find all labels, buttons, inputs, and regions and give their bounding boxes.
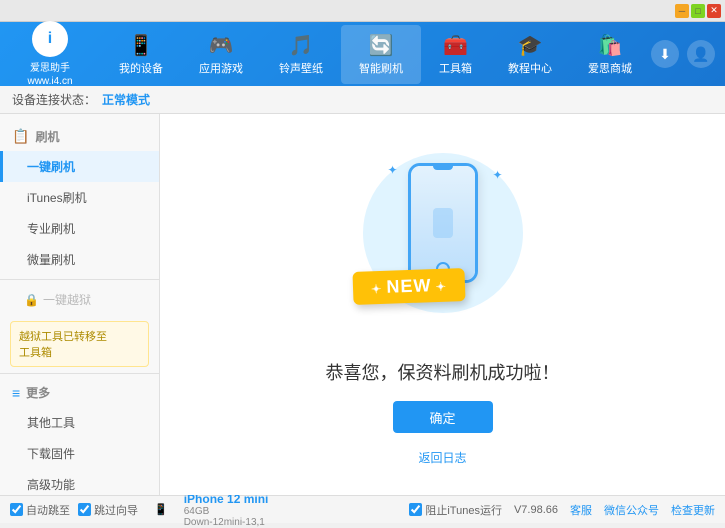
sidebar-item-pro-flash[interactable]: 专业刷机 — [0, 213, 159, 244]
store-icon: 🛍️ — [598, 33, 623, 58]
my-device-label: 我的设备 — [119, 60, 163, 76]
sidebar-item-download-firmware[interactable]: 下载固件 — [0, 438, 159, 469]
more-section-label: 更多 — [26, 384, 50, 401]
download-button[interactable]: ⬇ — [651, 40, 679, 68]
auto-jump-checkbox-label[interactable]: 自动跳至 — [10, 502, 70, 518]
device-storage: 64GB — [184, 506, 269, 517]
phone-shape — [408, 163, 478, 283]
sidebar-item-itunes-flash[interactable]: iTunes刷机 — [0, 182, 159, 213]
ringtones-icon: 🎵 — [289, 33, 314, 58]
main-layout: 📋 刷机 一键刷机 iTunes刷机 专业刷机 微量刷机 🔒 一键越狱 越狱工具… — [0, 114, 725, 495]
toolbox-label: 工具箱 — [439, 60, 472, 76]
check-update-link[interactable]: 检查更新 — [671, 502, 715, 518]
title-bar: ─ □ ✕ — [0, 0, 725, 22]
sparkle-top-right: ✦ — [492, 168, 502, 182]
itunes-status-checkbox[interactable] — [409, 503, 422, 516]
device-info: iPhone 12 mini 64GB Down-12mini-13,1 — [184, 492, 269, 528]
skip-wizard-checkbox-label[interactable]: 跳过向导 — [78, 502, 138, 518]
success-text: 恭喜您，保资料刷机成功啦！ — [326, 359, 560, 385]
smart-flash-label: 智能刷机 — [359, 60, 403, 76]
nav-my-device[interactable]: 📱 我的设备 — [101, 25, 181, 84]
logo-area: i 爱思助手 www.i4.cn — [0, 21, 100, 87]
sidebar-item-other-tools[interactable]: 其他工具 — [0, 407, 159, 438]
confirm-button[interactable]: 确定 — [393, 401, 493, 433]
nav-apps-games[interactable]: 🎮 应用游戏 — [181, 25, 261, 84]
device-block: 📱 iPhone 12 mini 64GB Down-12mini-13,1 — [154, 492, 268, 528]
jailbreak-label: 一键越狱 — [43, 291, 91, 308]
jailbreak-section-title: 🔒 一键越狱 — [0, 284, 159, 315]
toolbox-icon: 🧰 — [443, 33, 468, 58]
flash-section-label: 刷机 — [35, 128, 59, 145]
sidebar-divider-1 — [0, 279, 159, 280]
nav-tutorials[interactable]: 🎓 教程中心 — [490, 25, 570, 84]
go-back-link[interactable]: 返回日志 — [418, 449, 466, 466]
nav-smart-flash[interactable]: 🔄 智能刷机 — [341, 25, 421, 84]
customer-service-link[interactable]: 客服 — [570, 502, 592, 518]
new-ribbon: NEW — [352, 268, 465, 305]
more-section-icon: ≡ — [12, 385, 20, 401]
tutorials-label: 教程中心 — [508, 60, 552, 76]
phone-illustration: ✦ ✦ ✦ NEW — [343, 143, 543, 343]
top-nav: i 爱思助手 www.i4.cn 📱 我的设备 🎮 应用游戏 🎵 铃声壁纸 🔄 … — [0, 22, 725, 86]
logo-icon: i — [32, 21, 68, 57]
auto-jump-label: 自动跳至 — [26, 502, 70, 518]
nav-toolbox[interactable]: 🧰 工具箱 — [421, 25, 490, 84]
lock-icon: 🔒 — [24, 293, 39, 307]
logo-text: i — [48, 30, 52, 48]
status-label: 设备连接状态： — [12, 91, 96, 108]
logo-name: 爱思助手 — [30, 59, 70, 74]
version-text: V7.98.66 — [514, 504, 558, 516]
device-firmware: Down-12mini-13,1 — [184, 517, 269, 528]
itunes-status: 阻止iTunes运行 — [409, 502, 502, 518]
nav-items: 📱 我的设备 🎮 应用游戏 🎵 铃声壁纸 🔄 智能刷机 🧰 工具箱 🎓 教程中心… — [100, 25, 651, 84]
apps-games-label: 应用游戏 — [199, 60, 243, 76]
nav-ringtones[interactable]: 🎵 铃声壁纸 — [261, 25, 341, 84]
flash-section-title: 📋 刷机 — [0, 122, 159, 151]
user-button[interactable]: 👤 — [687, 40, 715, 68]
minimize-button[interactable]: ─ — [675, 4, 689, 18]
ringtones-label: 铃声壁纸 — [279, 60, 323, 76]
phone-screen-icon — [428, 203, 458, 243]
bottom-right: 阻止iTunes运行 V7.98.66 客服 微信公众号 检查更新 — [409, 502, 715, 518]
phone-icon: 📱 — [154, 503, 168, 516]
sparkle-top-left: ✦ — [388, 163, 398, 177]
apps-games-icon: 🎮 — [209, 33, 234, 58]
sidebar-divider-2 — [0, 373, 159, 374]
jailbreak-warning: 越狱工具已转移至工具箱 — [10, 321, 149, 367]
status-value: 正常模式 — [102, 91, 150, 108]
skip-wizard-label: 跳过向导 — [94, 502, 138, 518]
nav-store[interactable]: 🛍️ 爱思商城 — [570, 25, 650, 84]
close-button[interactable]: ✕ — [707, 4, 721, 18]
sidebar-item-wipe-flash[interactable]: 微量刷机 — [0, 244, 159, 275]
tutorials-icon: 🎓 — [518, 33, 543, 58]
auto-jump-checkbox[interactable] — [10, 503, 23, 516]
bottom-left: 自动跳至 跳过向导 📱 iPhone 12 mini 64GB Down-12m… — [10, 492, 268, 528]
nav-right: ⬇ 👤 — [651, 40, 725, 68]
content-area: ✦ ✦ ✦ NEW 恭喜您，保资料刷机成功啦！ 确定 返回日志 — [160, 114, 725, 495]
skip-wizard-checkbox[interactable] — [78, 503, 91, 516]
store-label: 爱思商城 — [588, 60, 632, 76]
my-device-icon: 📱 — [129, 33, 154, 58]
logo-url: www.i4.cn — [27, 76, 72, 87]
bottom-bar: 自动跳至 跳过向导 📱 iPhone 12 mini 64GB Down-12m… — [0, 495, 725, 523]
itunes-status-text: 阻止iTunes运行 — [425, 502, 502, 518]
more-section-title: ≡ 更多 — [0, 378, 159, 407]
sidebar-item-one-key-flash[interactable]: 一键刷机 — [0, 151, 159, 182]
flash-section-icon: 📋 — [12, 128, 29, 145]
success-card: ✦ ✦ ✦ NEW 恭喜您，保资料刷机成功啦！ 确定 返回日志 — [326, 143, 560, 466]
maximize-button[interactable]: □ — [691, 4, 705, 18]
sidebar: 📋 刷机 一键刷机 iTunes刷机 专业刷机 微量刷机 🔒 一键越狱 越狱工具… — [0, 114, 160, 495]
smart-flash-icon: 🔄 — [369, 33, 394, 58]
wechat-link[interactable]: 微信公众号 — [604, 502, 659, 518]
phone-notch — [433, 166, 453, 170]
status-bar: 设备连接状态： 正常模式 — [0, 86, 725, 114]
itunes-status-label[interactable]: 阻止iTunes运行 — [409, 502, 502, 518]
